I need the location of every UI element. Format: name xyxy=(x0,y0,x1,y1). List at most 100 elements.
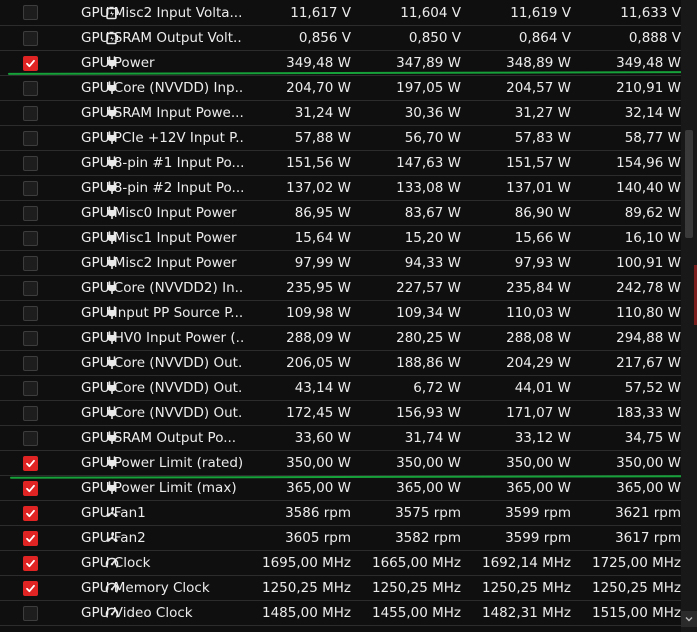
row-checkbox[interactable] xyxy=(23,580,38,596)
scrollbar-thumb[interactable] xyxy=(685,130,693,238)
value-minimum: 3582 rpm xyxy=(395,530,461,546)
value-current: 57,88 W xyxy=(294,130,351,146)
row-checkbox[interactable] xyxy=(23,480,38,496)
table-row-15: GPU Core (NVVDD) Out... 43,14 W 6,72 W 4… xyxy=(0,376,681,401)
value-current: 0,856 V xyxy=(298,30,351,46)
row-checkbox[interactable] xyxy=(23,455,38,471)
table-row-10: GPU Misc2 Input Power 97,99 W 94,33 W 97… xyxy=(0,251,681,276)
row-checkbox[interactable] xyxy=(23,605,38,621)
sensor-label: GPU SRAM Input Powe... xyxy=(81,105,243,121)
value-minimum: 280,25 W xyxy=(396,330,461,346)
sensor-label: GPU SRAM Output Po... xyxy=(81,430,237,446)
table-row-3: GPU Core (NVVDD) Inp... 204,70 W 197,05 … xyxy=(0,76,681,101)
row-checkbox[interactable] xyxy=(23,430,38,446)
row-checkbox-cell[interactable] xyxy=(0,601,50,625)
value-current: 1695,00 MHz xyxy=(261,555,351,571)
table-row-17: GPU SRAM Output Po... 33,60 W 31,74 W 33… xyxy=(0,426,681,451)
row-checkbox[interactable] xyxy=(23,305,38,321)
row-checkbox[interactable] xyxy=(23,280,38,296)
row-checkbox-cell[interactable] xyxy=(0,201,50,225)
row-checkbox-cell[interactable] xyxy=(0,476,50,500)
row-checkbox-cell[interactable] xyxy=(0,176,50,200)
value-minimum: 133,08 W xyxy=(396,180,461,196)
row-checkbox-cell[interactable] xyxy=(0,26,50,50)
row-checkbox-cell[interactable] xyxy=(0,326,50,350)
sensor-label: GPU Misc2 Input Volta... xyxy=(81,4,243,21)
row-checkbox-cell[interactable] xyxy=(0,401,50,425)
row-checkbox-cell[interactable] xyxy=(0,351,50,375)
value-maximum: 32,14 W xyxy=(624,105,681,121)
table-row-13: GPU HV0 Input Power (... 288,09 W 280,25… xyxy=(0,326,681,351)
sensor-label: GPU Core (NVVDD) Out... xyxy=(81,380,243,396)
row-checkbox[interactable] xyxy=(23,5,38,20)
value-average: 0,864 V xyxy=(518,30,571,46)
row-checkbox-cell[interactable] xyxy=(0,51,50,75)
row-checkbox[interactable] xyxy=(23,30,38,46)
row-checkbox[interactable] xyxy=(23,105,38,121)
row-checkbox[interactable] xyxy=(23,505,38,521)
table-row-18: GPU Power Limit (rated) 350,00 W 350,00 … xyxy=(0,451,681,476)
value-maximum: 3617 rpm xyxy=(615,530,681,546)
row-checkbox[interactable] xyxy=(23,330,38,346)
row-checkbox-cell[interactable] xyxy=(0,301,50,325)
row-checkbox-cell[interactable] xyxy=(0,251,50,275)
row-checkbox[interactable] xyxy=(23,380,38,396)
row-checkbox-cell[interactable] xyxy=(0,526,50,550)
row-checkbox-cell[interactable] xyxy=(0,501,50,525)
row-checkbox[interactable] xyxy=(23,355,38,371)
scroll-down-button[interactable] xyxy=(681,611,697,627)
value-average: 3599 rpm xyxy=(505,505,571,521)
row-checkbox[interactable] xyxy=(23,180,38,196)
row-checkbox-cell[interactable] xyxy=(0,426,50,450)
row-checkbox-cell[interactable] xyxy=(0,576,50,600)
value-current: 235,95 W xyxy=(286,280,351,296)
value-maximum: 1515,00 MHz xyxy=(591,605,681,621)
value-minimum: 188,86 W xyxy=(396,355,461,371)
sensor-label: GPU 8-pin #1 Input Po... xyxy=(81,155,243,171)
row-checkbox[interactable] xyxy=(23,205,38,221)
sensor-label: GPU Misc2 Input Power xyxy=(81,255,237,271)
row-checkbox[interactable] xyxy=(23,130,38,146)
row-checkbox-cell[interactable] xyxy=(0,226,50,250)
table-row-5: GPU PCIe +12V Input P... 57,88 W 56,70 W… xyxy=(0,126,681,151)
value-current: 206,05 W xyxy=(286,355,351,371)
value-average: 1250,25 MHz xyxy=(481,580,571,596)
checkmark-icon xyxy=(26,534,35,542)
sensor-label: GPU Memory Clock xyxy=(81,580,210,596)
row-checkbox-cell[interactable] xyxy=(0,376,50,400)
checkmark-icon xyxy=(26,459,35,467)
row-checkbox-cell[interactable] xyxy=(0,76,50,100)
row-checkbox[interactable] xyxy=(23,255,38,271)
row-checkbox[interactable] xyxy=(23,530,38,546)
row-checkbox-cell[interactable] xyxy=(0,0,50,25)
value-average: 137,01 W xyxy=(506,180,571,196)
sensor-label: GPU PCIe +12V Input P... xyxy=(81,130,243,146)
row-checkbox[interactable] xyxy=(23,155,38,171)
table-row-12: GPU Input PP Source P... 109,98 W 109,34… xyxy=(0,301,681,326)
row-checkbox[interactable] xyxy=(23,230,38,246)
value-minimum: 350,00 W xyxy=(396,455,461,471)
row-checkbox-cell[interactable] xyxy=(0,151,50,175)
row-checkbox[interactable] xyxy=(23,80,38,96)
row-checkbox-cell[interactable] xyxy=(0,276,50,300)
value-minimum: 30,36 W xyxy=(404,105,461,121)
value-maximum: 1725,00 MHz xyxy=(591,555,681,571)
row-checkbox-cell[interactable] xyxy=(0,126,50,150)
table-row-16: GPU Core (NVVDD) Out... 172,45 W 156,93 … xyxy=(0,401,681,426)
table-row-8: GPU Misc0 Input Power 86,95 W 83,67 W 86… xyxy=(0,201,681,226)
checkmark-icon xyxy=(26,559,35,567)
value-maximum: 110,80 W xyxy=(616,305,681,321)
value-maximum: 1250,25 MHz xyxy=(591,580,681,596)
value-maximum: 210,91 W xyxy=(616,80,681,96)
checkmark-icon xyxy=(26,59,35,67)
sensor-label: GPU Misc1 Input Power xyxy=(81,230,237,246)
value-current: 11,617 V xyxy=(290,4,351,21)
row-checkbox-cell[interactable] xyxy=(0,101,50,125)
sensor-label: GPU Fan2 xyxy=(81,530,146,546)
row-checkbox-cell[interactable] xyxy=(0,451,50,475)
row-checkbox[interactable] xyxy=(23,555,38,571)
row-checkbox-cell[interactable] xyxy=(0,551,50,575)
row-checkbox[interactable] xyxy=(23,405,38,421)
sensor-label: GPU Core (NVVDD) Out... xyxy=(81,405,243,421)
row-checkbox[interactable] xyxy=(23,55,38,71)
